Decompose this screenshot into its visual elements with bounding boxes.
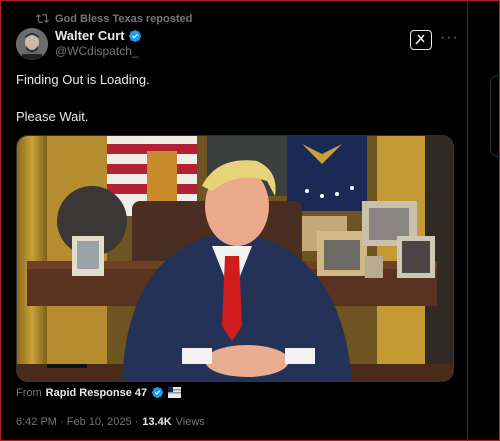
flag-icon bbox=[168, 387, 182, 398]
post-text-line2: Please Wait. bbox=[16, 109, 89, 124]
author-handle[interactable]: @WCdispatch_ bbox=[55, 44, 139, 58]
source-prefix: From bbox=[16, 386, 42, 399]
video-frame bbox=[17, 136, 453, 381]
verified-icon bbox=[152, 386, 164, 399]
sidebar-card-edge bbox=[490, 75, 500, 157]
grok-icon bbox=[415, 34, 425, 45]
avatar[interactable] bbox=[16, 28, 48, 60]
source-name[interactable]: Rapid Response 47 bbox=[46, 387, 147, 399]
post-text-line1: Finding Out is Loading. bbox=[16, 72, 150, 87]
post-meta: 6:42 PM · Feb 10, 2025 · 13.4K Views bbox=[16, 416, 205, 428]
video-source[interactable]: From Rapid Response 47 bbox=[16, 386, 182, 399]
author-name[interactable]: Walter Curt bbox=[55, 28, 125, 43]
post-video[interactable] bbox=[16, 135, 454, 382]
grok-button[interactable] bbox=[410, 30, 432, 50]
repost-icon bbox=[36, 14, 49, 23]
verified-icon bbox=[128, 29, 141, 42]
sidebar-divider bbox=[467, 0, 500, 441]
views-label: Views bbox=[175, 416, 205, 428]
more-options-button[interactable]: ··· bbox=[440, 29, 459, 46]
post-timestamp[interactable]: 6:42 PM · Feb 10, 2025 · bbox=[16, 416, 138, 428]
repost-indicator[interactable]: God Bless Texas reposted bbox=[36, 12, 192, 25]
views-count: 13.4K bbox=[142, 416, 172, 428]
more-icon: ··· bbox=[440, 29, 459, 46]
repost-label: God Bless Texas reposted bbox=[55, 12, 193, 25]
